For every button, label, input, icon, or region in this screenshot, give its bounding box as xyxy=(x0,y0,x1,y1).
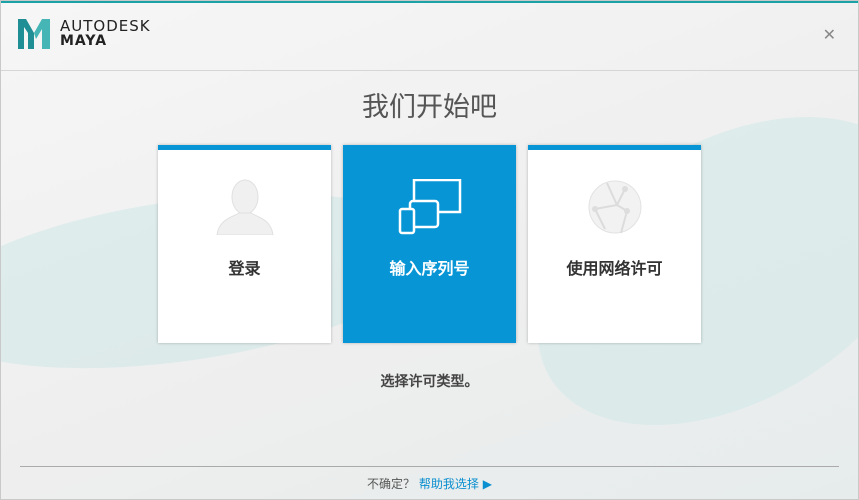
close-icon[interactable]: ✕ xyxy=(823,25,836,44)
play-arrow-icon: ▶ xyxy=(482,477,492,491)
card-sign-in[interactable]: 登录 xyxy=(158,145,331,343)
brand-name: AUTODESK xyxy=(60,17,151,35)
card-accent-strip xyxy=(158,145,331,150)
top-accent-line xyxy=(1,1,858,3)
maya-logo-icon xyxy=(18,19,50,49)
header-divider xyxy=(1,70,858,71)
network-globe-icon xyxy=(528,179,701,235)
user-icon xyxy=(158,179,331,235)
footer-question: 不确定？ xyxy=(367,477,416,491)
autodesk-maya-logo: AUTODESK MAYA xyxy=(18,19,151,49)
help-me-choose-link[interactable]: 帮助我选择 ▶ xyxy=(419,477,492,491)
card-enter-serial[interactable]: 输入序列号 xyxy=(343,145,516,343)
footer-divider xyxy=(20,466,839,467)
card-label: 输入序列号 xyxy=(389,259,470,278)
card-label: 登录 xyxy=(228,259,261,278)
card-accent-strip xyxy=(528,145,701,150)
hint-text: 选择许可类型。 xyxy=(380,374,479,390)
product-name: MAYA xyxy=(60,33,108,49)
license-dialog: AUTODESK MAYA ✕ 我们开始吧 登录 输入序列号 使用网络许可 选择… xyxy=(0,0,859,500)
card-label: 使用网络许可 xyxy=(566,259,663,278)
card-network-license[interactable]: 使用网络许可 xyxy=(528,145,701,343)
help-link-label: 帮助我选择 xyxy=(418,477,479,491)
footer: 不确定？ 帮助我选择 ▶ xyxy=(1,475,858,492)
devices-icon xyxy=(343,179,516,235)
page-title: 我们开始吧 xyxy=(362,92,497,123)
